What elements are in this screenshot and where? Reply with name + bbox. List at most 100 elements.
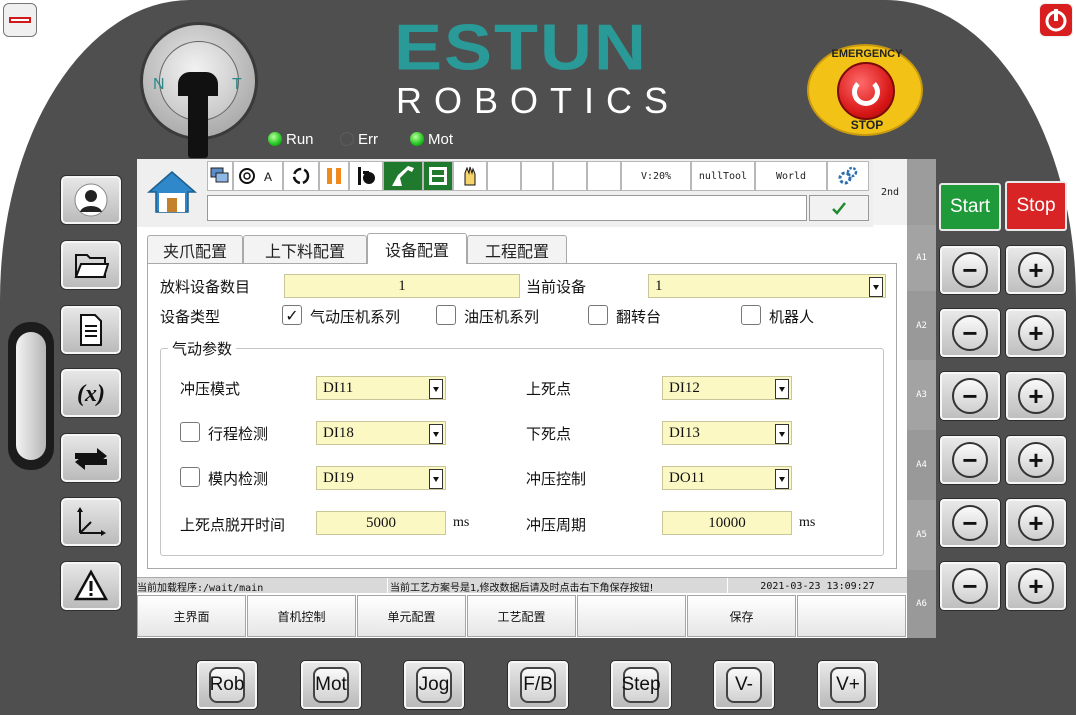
nav-save-button[interactable]: 保存 <box>687 595 796 637</box>
teach-pendant-stage: N T Run Err Mot ESTUN ROBOTICS EMERGENCY… <box>0 0 1076 715</box>
chevron-down-icon[interactable] <box>869 277 883 297</box>
axis-6-plus-button[interactable]: + <box>1005 561 1067 611</box>
start-button[interactable]: Start <box>939 183 1001 231</box>
toolbar-monitor-button[interactable] <box>207 161 233 191</box>
chevron-down-icon[interactable] <box>429 469 443 489</box>
axis-1-minus-button[interactable]: − <box>939 245 1001 295</box>
io-button[interactable] <box>60 433 122 483</box>
axis-3-minus-button[interactable]: − <box>939 371 1001 421</box>
pause-icon <box>327 168 341 184</box>
die-check-select[interactable]: DI19 <box>316 466 446 490</box>
chevron-down-icon[interactable] <box>775 469 789 489</box>
v-plus-key[interactable]: V+ <box>817 660 879 710</box>
toolbar-pause-button[interactable] <box>319 161 349 191</box>
checkmark-icon: ✓ <box>285 305 299 325</box>
chevron-down-icon[interactable] <box>775 424 789 444</box>
chevron-down-icon[interactable] <box>429 379 443 399</box>
open-file-button[interactable] <box>60 240 122 290</box>
top-dead-value: DI12 <box>669 379 700 396</box>
nav-first-machine-button[interactable]: 首机控制 <box>247 595 356 637</box>
power-button[interactable] <box>1039 3 1073 37</box>
toolbar-tool-button[interactable] <box>349 161 383 191</box>
toolbar-mode-button[interactable] <box>423 161 453 191</box>
power-icon <box>1045 9 1067 32</box>
axis-1-plus-button[interactable]: + <box>1005 245 1067 295</box>
nav-empty-button-1[interactable] <box>577 595 686 637</box>
nav-main-button[interactable]: 主界面 <box>137 595 246 637</box>
v-minus-key[interactable]: V- <box>713 660 775 710</box>
axis-2-minus-button[interactable]: − <box>939 308 1001 358</box>
tab-gripper-config[interactable]: 夹爪配置 <box>147 235 243 263</box>
current-device-select[interactable]: 1 <box>648 274 886 298</box>
alarm-button[interactable] <box>60 561 122 611</box>
minus-icon: − <box>952 315 988 351</box>
stroke-check-select[interactable]: DI18 <box>316 421 446 445</box>
die-check-checkbox[interactable] <box>180 467 200 487</box>
second-function-button[interactable]: 2nd <box>873 159 907 225</box>
document-button[interactable] <box>60 305 122 355</box>
stop-button[interactable]: Stop <box>1005 181 1067 231</box>
nav-unit-config-button[interactable]: 单元配置 <box>357 595 466 637</box>
stroke-check-checkbox[interactable] <box>180 422 200 442</box>
axis-5-plus-button[interactable]: + <box>1005 498 1067 548</box>
tab-device-config[interactable]: 设备配置 <box>367 233 467 264</box>
tab-loading-config[interactable]: 上下料配置 <box>243 235 367 263</box>
tab-project-config[interactable]: 工程配置 <box>467 235 567 263</box>
speed-indicator[interactable]: V:20% <box>621 161 691 191</box>
toolbar-auto-mode-button[interactable]: A <box>233 161 283 191</box>
axis-5-minus-button[interactable]: − <box>939 498 1001 548</box>
section-a5: A5 <box>907 500 936 570</box>
axis-3-plus-button[interactable]: + <box>1005 371 1067 421</box>
device-type-hydraulic-checkbox[interactable] <box>436 305 456 325</box>
device-config-panel: 放料设备数目 1 当前设备 1 设备类型 ✓ 气动压机系列 油压机系列 翻转台 … <box>147 263 897 569</box>
mot-key[interactable]: Mot <box>300 660 362 710</box>
plus-icon: + <box>1018 378 1054 414</box>
chevron-down-icon[interactable] <box>775 379 789 399</box>
device-type-label: 设备类型 <box>160 308 221 326</box>
die-check-label: 模内检测 <box>208 470 269 488</box>
step-key[interactable]: Step <box>610 660 672 710</box>
press-mode-select[interactable]: DI11 <box>316 376 446 400</box>
top-dead-select[interactable]: DI12 <box>662 376 792 400</box>
coordinate-button[interactable] <box>60 497 122 547</box>
toolbar-robot-button[interactable] <box>383 161 423 191</box>
release-time-field[interactable]: 5000 <box>316 511 446 535</box>
axis-4-minus-button[interactable]: − <box>939 435 1001 485</box>
device-type-pneumatic-label: 气动压机系列 <box>310 308 401 326</box>
nav-process-config-button[interactable]: 工艺配置 <box>467 595 576 637</box>
jog-key[interactable]: Jog <box>403 660 465 710</box>
press-control-select[interactable]: DO11 <box>662 466 792 490</box>
hand-icon <box>464 166 476 186</box>
axis-2-plus-button[interactable]: + <box>1005 308 1067 358</box>
tool-indicator[interactable]: nullTool <box>691 161 755 191</box>
device-type-pneumatic-checkbox[interactable]: ✓ <box>282 305 302 325</box>
coord-indicator[interactable]: World <box>755 161 827 191</box>
fb-key[interactable]: F/B <box>507 660 569 710</box>
user-button[interactable] <box>60 175 122 225</box>
rob-key[interactable]: Rob <box>196 660 258 710</box>
mot-indicator-label: Mot <box>428 131 454 148</box>
axis-6-minus-button[interactable]: − <box>939 561 1001 611</box>
nav-empty-button-2[interactable] <box>797 595 906 637</box>
section-a1: A1 <box>907 225 936 291</box>
unload-count-field[interactable]: 1 <box>284 274 520 298</box>
toolbar-cycle-button[interactable] <box>283 161 319 191</box>
variable-button[interactable]: (x) <box>60 368 122 418</box>
minimize-button[interactable] <box>3 3 37 37</box>
chevron-down-icon[interactable] <box>429 424 443 444</box>
press-period-field[interactable]: 10000 <box>662 511 792 535</box>
gears-icon <box>838 166 858 185</box>
enable-grip[interactable] <box>8 322 54 470</box>
emergency-stop-button[interactable]: EMERGENCY STOP <box>807 44 923 136</box>
command-input[interactable] <box>207 195 807 221</box>
bottom-dead-select[interactable]: DI13 <box>662 421 792 445</box>
confirm-button[interactable] <box>809 195 869 221</box>
mode-key[interactable] <box>188 82 208 158</box>
toolbar-hand-button[interactable] <box>453 161 487 191</box>
axis-4-plus-button[interactable]: + <box>1005 435 1067 485</box>
v-plus-key-label: V+ <box>830 667 866 703</box>
device-type-robot-checkbox[interactable] <box>741 305 761 325</box>
device-type-flip-table-checkbox[interactable] <box>588 305 608 325</box>
home-button[interactable] <box>143 163 201 221</box>
toolbar-settings-button[interactable] <box>827 161 869 191</box>
